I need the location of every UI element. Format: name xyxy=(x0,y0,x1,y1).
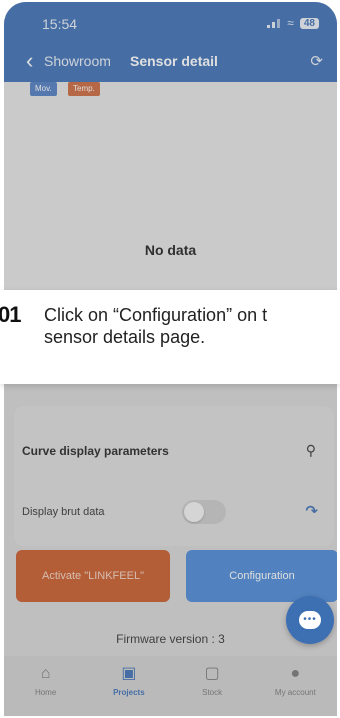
brut-data-label: Display brut data xyxy=(22,506,105,518)
back-chevron-icon[interactable]: ‹ xyxy=(26,50,33,72)
search-icon[interactable]: ⚲ xyxy=(306,442,316,459)
toggle-knob xyxy=(184,502,204,522)
tab-label-stock: Stock xyxy=(202,688,223,697)
status-time: 15:54 xyxy=(42,16,78,32)
tab-label-home: Home xyxy=(34,688,57,697)
page-title: Sensor detail xyxy=(130,53,218,69)
wifi-icon: ≈ xyxy=(287,16,294,30)
chat-button[interactable]: ••• xyxy=(286,596,334,644)
tab-bar: ⌂ Home ▣ Projects ▢ Stock ● My account xyxy=(4,656,337,716)
signal-icon xyxy=(267,19,281,28)
tag-movement[interactable]: Mov. xyxy=(30,82,57,96)
home-icon: ⌂ xyxy=(40,665,51,682)
box-icon: ▢ xyxy=(204,665,220,682)
refresh-icon[interactable]: ⟳ xyxy=(310,52,323,70)
tab-label-projects: Projects xyxy=(113,688,145,697)
step-text-line1: Click on “Configuration” on t xyxy=(44,305,268,325)
tab-projects[interactable]: ▣ Projects xyxy=(94,664,164,697)
tag-temperature[interactable]: Temp. xyxy=(68,82,100,96)
app-header: 15:54 ≈ 48 ‹ Showroom Sensor detail ⟳ xyxy=(4,2,337,82)
briefcase-icon: ▣ xyxy=(121,665,137,682)
curve-params-card: Curve display parameters ⚲ Display brut … xyxy=(14,406,334,546)
tab-label-account: My account xyxy=(274,688,316,697)
chart-area: Mov. Temp. No data xyxy=(4,82,337,292)
status-icons: ≈ 48 xyxy=(267,16,319,30)
back-button[interactable]: Showroom xyxy=(44,53,111,69)
nav-row: ‹ Showroom Sensor detail ⟳ xyxy=(4,50,337,74)
tutorial-tooltip: 01 Click on “Configuration” on t sensor … xyxy=(0,290,340,384)
step-number: 01 xyxy=(0,302,22,327)
no-data-message: No data xyxy=(144,242,197,258)
configuration-button[interactable]: Configuration xyxy=(186,550,337,602)
tab-stock[interactable]: ▢ Stock xyxy=(177,664,247,697)
tab-account[interactable]: ● My account xyxy=(260,664,330,697)
params-title: Curve display parameters xyxy=(22,444,169,458)
tab-home[interactable]: ⌂ Home xyxy=(11,664,81,697)
activate-button[interactable]: Activate "LINKFEEL" xyxy=(16,550,170,602)
firmware-version: Firmware version : 3 xyxy=(116,632,225,646)
user-icon: ● xyxy=(290,665,301,682)
export-icon[interactable]: ↷ xyxy=(305,502,318,520)
step-text-line2: sensor details page. xyxy=(44,327,206,347)
chat-icon: ••• xyxy=(299,611,321,629)
brut-data-toggle[interactable] xyxy=(182,500,226,524)
battery-icon: 48 xyxy=(299,17,319,29)
step-text: Click on “Configuration” on t sensor det… xyxy=(44,304,334,348)
